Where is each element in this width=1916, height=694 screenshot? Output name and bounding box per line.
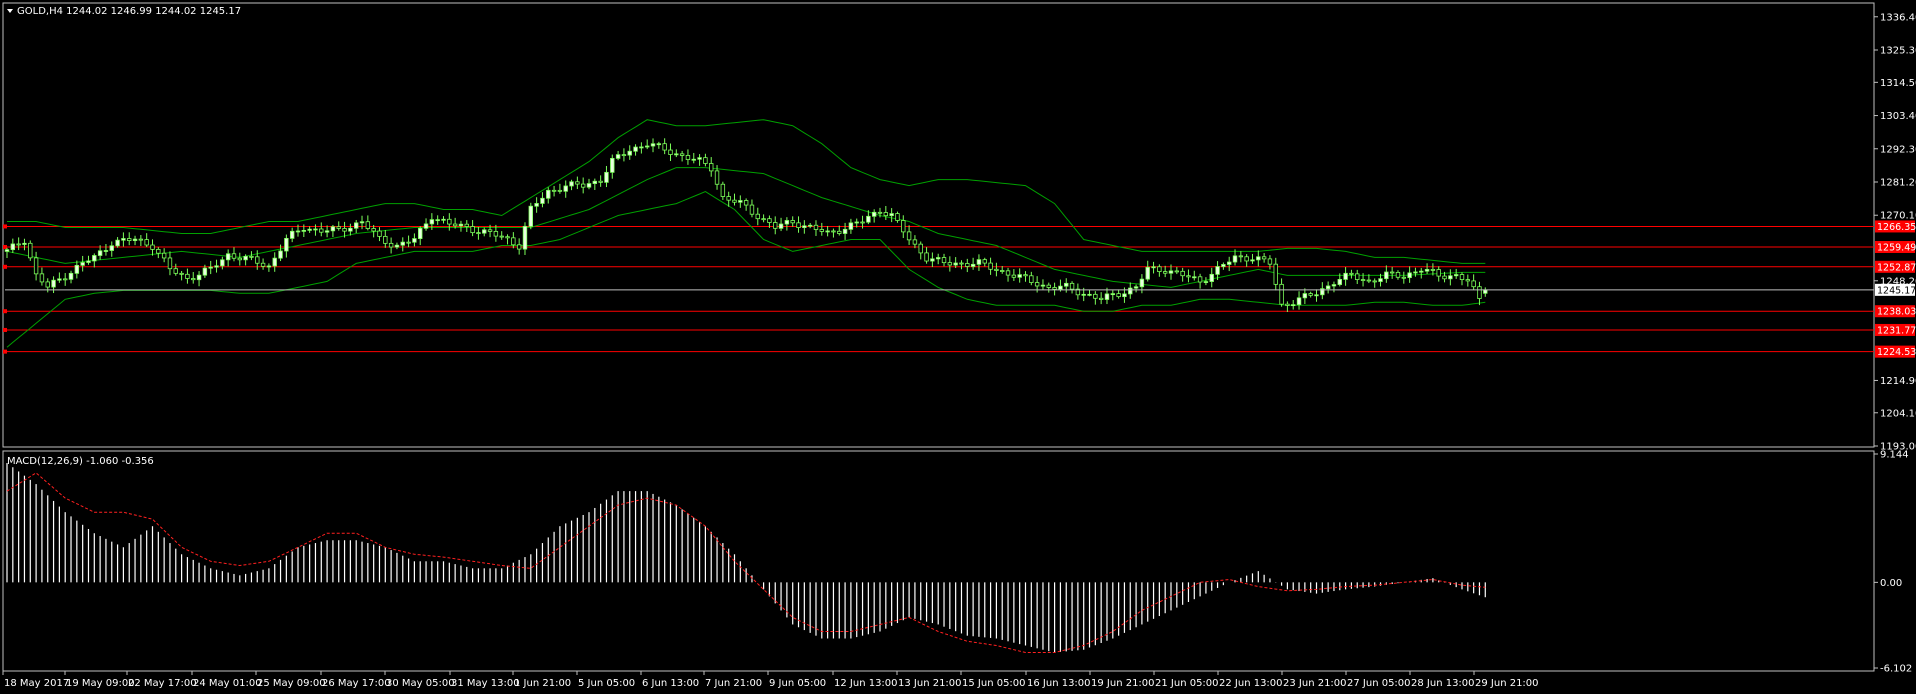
time-tick-label: 29 Jun 21:00 bbox=[1475, 678, 1539, 689]
chart-canvas: 1266.35 1259.49 1252.87 1238.03 1231.77 1224.… bbox=[0, 0, 1916, 694]
macd-header: MACD(12,26,9) -1.060 -0.356 bbox=[7, 456, 154, 467]
time-tick-label: 18 May 2017 bbox=[4, 678, 69, 689]
price-tick-label: 1270.10 bbox=[1880, 211, 1916, 222]
time-tick-label: 22 May 17:00 bbox=[128, 678, 197, 689]
time-tick-label: 15 Jun 05:00 bbox=[962, 678, 1026, 689]
level-label-5: 1231.77 bbox=[1877, 325, 1916, 336]
price-tick-label: 1314.50 bbox=[1880, 78, 1916, 89]
macd-tick-label: -6.102 bbox=[1880, 664, 1912, 675]
time-tick-label: 24 May 01:00 bbox=[193, 678, 262, 689]
time-tick-label: 28 Jun 13:00 bbox=[1411, 678, 1475, 689]
time-tick-label: 21 Jun 05:00 bbox=[1155, 678, 1219, 689]
time-tick-label: 19 May 09:00 bbox=[66, 678, 135, 689]
level-anchor-6[interactable] bbox=[3, 349, 7, 354]
chart-background bbox=[0, 0, 1916, 694]
price-tick-label: 1303.40 bbox=[1880, 111, 1916, 122]
level-anchor-3[interactable] bbox=[3, 264, 7, 269]
macd-tick-label: 0.00 bbox=[1880, 578, 1902, 589]
level-anchor-2[interactable] bbox=[3, 244, 7, 249]
price-tick-label: 1336.40 bbox=[1880, 12, 1916, 23]
level-label-1: 1266.35 bbox=[1877, 222, 1916, 233]
time-tick-label: 22 Jun 13:00 bbox=[1219, 678, 1283, 689]
time-tick-label: 6 Jun 13:00 bbox=[642, 678, 699, 689]
time-tick-label: 12 Jun 13:00 bbox=[834, 678, 898, 689]
price-tick-label: 1325.30 bbox=[1880, 46, 1916, 57]
candle bbox=[28, 240, 33, 261]
time-tick-label: 31 May 13:00 bbox=[451, 678, 520, 689]
time-tick-label: 19 Jun 21:00 bbox=[1091, 678, 1155, 689]
level-anchor-1[interactable] bbox=[3, 224, 7, 229]
level-label-4: 1238.03 bbox=[1877, 307, 1916, 318]
time-tick-label: 7 Jun 21:00 bbox=[705, 678, 762, 689]
time-tick-label: 9 Jun 05:00 bbox=[769, 678, 826, 689]
price-tick-label: 1292.30 bbox=[1880, 144, 1916, 155]
level-anchor-4[interactable] bbox=[3, 309, 7, 314]
macd-tick-label: 9.144 bbox=[1880, 450, 1909, 461]
time-tick-label: 16 Jun 13:00 bbox=[1027, 678, 1091, 689]
level-label-6: 1224.53 bbox=[1877, 347, 1916, 358]
time-tick-label: 1 Jun 21:00 bbox=[514, 678, 571, 689]
price-tick-label: 1248.20 bbox=[1880, 276, 1916, 287]
price-tick-label: 1281.20 bbox=[1880, 178, 1916, 189]
time-tick-label: 27 Jun 05:00 bbox=[1347, 678, 1411, 689]
price-tick-label: 1214.90 bbox=[1880, 376, 1916, 387]
time-tick-label: 30 May 05:00 bbox=[386, 678, 455, 689]
price-tick-label: 1204.10 bbox=[1880, 408, 1916, 419]
level-label-3: 1252.87 bbox=[1877, 262, 1916, 273]
time-tick-label: 13 Jun 21:00 bbox=[898, 678, 962, 689]
candle bbox=[528, 202, 533, 230]
time-tick-label: 23 Jun 21:00 bbox=[1283, 678, 1347, 689]
symbol-header: GOLD,H4 1244.02 1246.99 1244.02 1245.17 bbox=[17, 6, 241, 17]
level-anchor-5[interactable] bbox=[3, 327, 7, 332]
time-tick-label: 26 May 17:00 bbox=[322, 678, 391, 689]
time-tick-label: 25 May 09:00 bbox=[257, 678, 326, 689]
level-label-2: 1259.49 bbox=[1877, 242, 1916, 253]
time-tick-label: 5 Jun 05:00 bbox=[578, 678, 635, 689]
